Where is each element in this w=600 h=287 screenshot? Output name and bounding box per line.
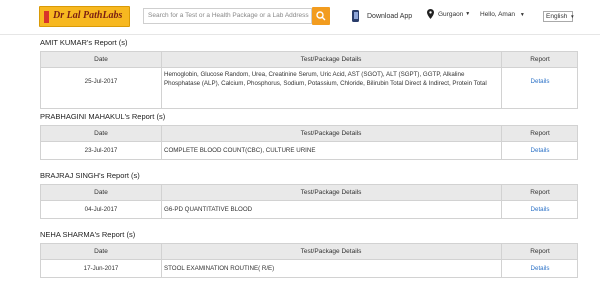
report-heading: NEHA SHARMA's Report (s) [40,230,136,239]
download-app-link[interactable]: Download App [352,9,412,23]
site-header: Dr Lal PathLabs Search for a Test or a H… [0,0,600,35]
report-date: 25-Jul-2017 [84,78,118,85]
language-select[interactable]: English ▼ [543,11,575,22]
column-header-test: Test/Package Details [300,130,362,137]
report-date: 23-Jul-2017 [84,147,118,154]
details-link[interactable]: Details [501,147,579,154]
chevron-down-icon: ▼ [570,14,575,19]
report-table: Date Test/Package Details Report 25-Jul-… [40,51,578,109]
logo-mark-icon [44,11,49,23]
location-label: Gurgaon [438,10,464,18]
details-link[interactable]: Details [501,78,579,85]
location-pin-icon [427,9,434,19]
column-divider [161,52,162,108]
column-header-test: Test/Package Details [300,248,362,255]
phone-icon [352,10,359,22]
column-divider [501,126,502,159]
column-header-date: Date [94,56,108,63]
details-link[interactable]: Details [501,265,579,272]
brand-logo[interactable]: Dr Lal PathLabs [39,6,130,27]
column-header-report: Report [530,248,550,255]
table-header-row: Date Test/Package Details Report [41,185,577,201]
chevron-down-icon: ▼ [465,11,471,17]
column-header-test: Test/Package Details [300,189,362,196]
test-details: STOOL EXAMINATION ROUTINE( R/E) [164,265,275,272]
table-header-row: Date Test/Package Details Report [41,126,577,142]
column-header-test: Test/Package Details [300,56,362,63]
column-header-date: Date [94,130,108,137]
language-label: English [546,13,568,20]
report-heading: PRABHAGINI MAHAKUL's Report (s) [40,112,166,121]
column-header-date: Date [94,189,108,196]
report-heading: AMIT KUMAR's Report (s) [40,38,128,47]
search-icon [316,11,326,21]
download-app-label: Download App [367,12,413,20]
user-menu[interactable]: Hello, Aman ▼ [480,11,525,18]
report-table: Date Test/Package Details Report 04-Jul-… [40,184,578,219]
report-heading: BRAJRAJ SINGH's Report (s) [40,171,140,180]
column-divider [501,244,502,277]
report-table: Date Test/Package Details Report 23-Jul-… [40,125,578,160]
location-selector[interactable]: Gurgaon ▼ [427,9,470,19]
column-header-report: Report [530,189,550,196]
table-header-row: Date Test/Package Details Report [41,52,577,68]
column-divider [161,244,162,277]
logo-text: Dr Lal PathLabs [53,10,123,21]
table-header-row: Date Test/Package Details Report [41,244,577,260]
details-link[interactable]: Details [501,206,579,213]
column-header-report: Report [530,130,550,137]
column-divider [501,185,502,218]
report-table: Date Test/Package Details Report 17-Jun-… [40,243,578,278]
column-divider [161,185,162,218]
chevron-down-icon: ▼ [519,12,525,18]
user-greeting: Hello, Aman [480,11,516,18]
test-details: COMPLETE BLOOD COUNT(CBC), CULTURE URINE [164,147,316,154]
column-header-report: Report [530,56,550,63]
report-date: 17-Jun-2017 [83,265,119,272]
search-input[interactable]: Search for a Test or a Health Package or… [143,8,312,24]
test-details: Hemoglobin, Glucose Random, Urea, Creati… [164,71,487,87]
column-divider [161,126,162,159]
column-header-date: Date [94,248,108,255]
test-details: G6-PD QUANTITATIVE BLOOD [164,206,253,213]
report-date: 04-Jul-2017 [84,206,118,213]
search-button[interactable] [312,7,330,25]
